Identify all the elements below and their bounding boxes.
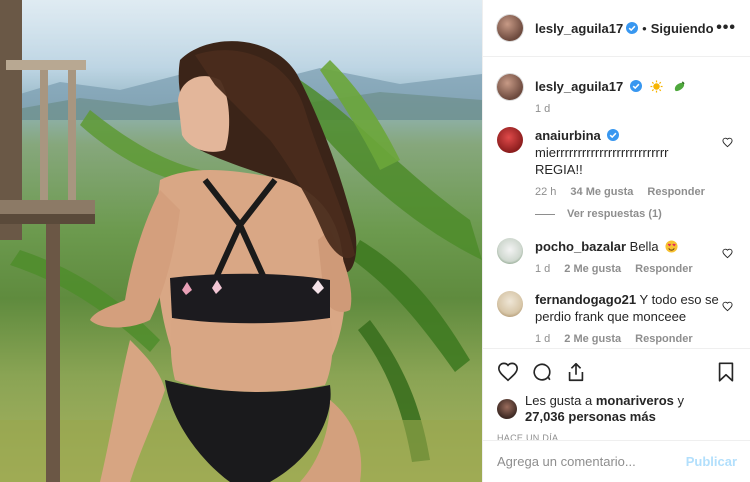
comment-time[interactable]: 22 h — [535, 186, 556, 198]
post-photo[interactable] — [0, 0, 482, 482]
add-comment-bar: Publicar — [483, 440, 750, 482]
separator-dot: • — [642, 20, 647, 36]
author-avatar[interactable] — [497, 15, 523, 41]
like-heart-icon[interactable] — [497, 361, 519, 383]
caption-time[interactable]: 1 d — [535, 103, 550, 115]
comment-meta: 1 d 2 Me gusta Responder — [535, 333, 719, 345]
likes-count[interactable]: 27,036 personas más — [525, 409, 656, 424]
commenter-username[interactable]: fernandogago21 — [535, 292, 636, 307]
comment-time[interactable]: 1 d — [535, 333, 550, 345]
caption-row: lesly_aguila17 1 d — [497, 74, 737, 115]
commenter-username[interactable]: pocho_bazalar — [535, 239, 626, 254]
comment-likes[interactable]: 2 Me gusta — [564, 263, 621, 275]
caption-text: lesly_aguila17 — [535, 74, 719, 95]
comment-content: mierrrrrrrrrrrrrrrrrrrrrrrrrr REGIA!! — [535, 145, 669, 177]
publish-button[interactable]: Publicar — [686, 454, 737, 469]
reply-button[interactable]: Responder — [635, 333, 692, 345]
commenter-username[interactable]: anaiurbina — [535, 128, 601, 143]
eggplant-icon — [674, 81, 685, 92]
commenter-avatar[interactable] — [497, 238, 523, 264]
comment-row: fernandogago21 Y todo eso se perdio fran… — [497, 291, 737, 345]
caption-body: lesly_aguila17 1 d — [535, 74, 737, 115]
comment-likes[interactable]: 2 Me gusta — [564, 333, 621, 345]
likes-conj: y — [677, 393, 685, 408]
author-block: lesly_aguila17 • Siguiendo — [535, 21, 714, 36]
comment-body: anaiurbina mierrrrrrrrrrrrrrrrrrrrrrrrrr… — [535, 127, 737, 220]
author-username[interactable]: lesly_aguila17 — [535, 21, 623, 36]
verified-badge-icon — [629, 80, 642, 92]
reply-button[interactable]: Responder — [647, 186, 704, 198]
instagram-post-modal: lesly_aguila17 • Siguiendo ••• lesly_agu… — [0, 0, 750, 482]
like-comment-heart-icon[interactable] — [722, 137, 733, 148]
view-replies-label: Ver respuestas (1) — [567, 208, 662, 220]
post-side-panel: lesly_aguila17 • Siguiendo ••• lesly_agu… — [482, 0, 750, 482]
verified-badge-icon — [626, 22, 639, 34]
share-icon[interactable] — [565, 361, 587, 383]
sun-icon — [650, 80, 663, 93]
action-icons — [497, 357, 737, 387]
following-button[interactable]: Siguiendo — [651, 21, 714, 36]
more-options-button[interactable]: ••• — [716, 19, 736, 37]
woman-figure — [90, 41, 362, 482]
comment-row: pocho_bazalar Bella 1 d 2 Me gusta Respo… — [497, 238, 737, 275]
likes-summary: Les gusta a monariveros y 27,036 persona… — [497, 393, 737, 425]
post-header: lesly_aguila17 • Siguiendo ••• — [483, 0, 750, 57]
replies-line — [535, 213, 555, 215]
likes-text: Les gusta a monariveros y 27,036 persona… — [525, 393, 684, 425]
post-actions: Les gusta a monariveros y 27,036 persona… — [483, 348, 750, 443]
comment-bubble-icon[interactable] — [531, 361, 553, 383]
commenter-avatar[interactable] — [497, 291, 523, 317]
liker-avatar[interactable] — [497, 399, 517, 419]
liker-username[interactable]: monariveros — [596, 393, 674, 408]
comment-input[interactable] — [497, 454, 686, 469]
comment-content: Bella — [629, 239, 659, 254]
comment-row: anaiurbina mierrrrrrrrrrrrrrrrrrrrrrrrrr… — [497, 127, 737, 220]
caption-username[interactable]: lesly_aguila17 — [535, 79, 623, 94]
like-comment-heart-icon[interactable] — [722, 248, 733, 259]
comment-meta: 1 d 2 Me gusta Responder — [535, 263, 719, 275]
bookmark-icon[interactable] — [715, 361, 737, 383]
comment-likes[interactable]: 34 Me gusta — [570, 186, 633, 198]
view-replies-button[interactable]: Ver respuestas (1) — [535, 208, 719, 220]
verified-badge-icon — [607, 129, 620, 141]
comment-text: anaiurbina mierrrrrrrrrrrrrrrrrrrrrrrrrr… — [535, 127, 719, 178]
comment-body: fernandogago21 Y todo eso se perdio fran… — [535, 291, 737, 345]
likes-prefix: Les gusta a — [525, 393, 593, 408]
heart-eyes-icon — [665, 240, 678, 253]
comment-body: pocho_bazalar Bella 1 d 2 Me gusta Respo… — [535, 238, 737, 275]
caption-meta: 1 d — [535, 103, 719, 115]
like-comment-heart-icon[interactable] — [722, 301, 733, 312]
comment-meta: 22 h 34 Me gusta Responder — [535, 186, 719, 198]
commenter-avatar[interactable] — [497, 127, 523, 153]
comment-text: pocho_bazalar Bella — [535, 238, 719, 255]
comments-list: lesly_aguila17 1 d anaiurbina mierrrrrrr… — [483, 58, 750, 348]
comment-time[interactable]: 1 d — [535, 263, 550, 275]
reply-button[interactable]: Responder — [635, 263, 692, 275]
comment-text: fernandogago21 Y todo eso se perdio fran… — [535, 291, 719, 325]
caption-avatar[interactable] — [497, 74, 523, 100]
